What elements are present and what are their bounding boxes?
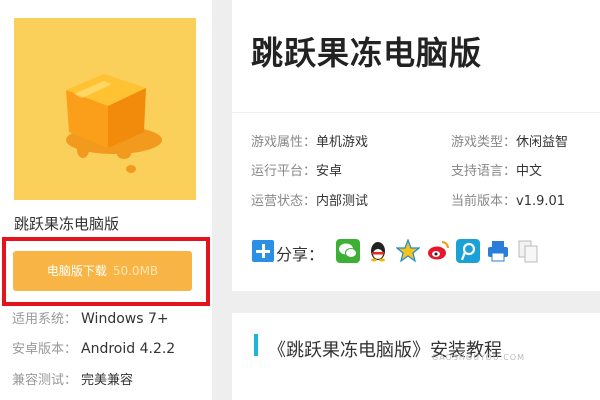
spec-value: Android 4.2.2 xyxy=(81,341,176,357)
qzone-icon[interactable] xyxy=(395,238,421,263)
tencent-weibo-icon[interactable] xyxy=(456,239,480,263)
info-version: 当前版本：v1.9.01 xyxy=(451,190,565,209)
info-key: 游戏属性： xyxy=(251,135,317,150)
divider xyxy=(232,112,600,113)
tutorial-card: 《跳跃果冻电脑版》安装教程 GAOSHOUYOU.COM xyxy=(232,313,600,400)
spec-value: Windows 7+ xyxy=(81,311,169,327)
info-key: 支持语言： xyxy=(451,164,517,179)
info-status: 运营状态：内部测试 xyxy=(251,190,368,209)
info-language: 支持语言：中文 xyxy=(451,160,542,179)
info-value: v1.9.01 xyxy=(516,194,566,209)
qq-icon[interactable] xyxy=(366,239,390,263)
share-label: 分享： xyxy=(276,245,325,264)
spec-value: 完美兼容 xyxy=(81,373,134,388)
info-attribute: 游戏属性：单机游戏 xyxy=(251,131,368,150)
jelly-cube-icon xyxy=(66,74,162,173)
page-title: 跳跃果冻电脑版 xyxy=(251,34,483,72)
info-type: 游戏类型：休闲益智 xyxy=(451,131,568,150)
info-value: 内部测试 xyxy=(316,194,369,209)
copy-icon[interactable] xyxy=(516,239,540,263)
app-icon xyxy=(14,18,196,200)
spec-key: 兼容测试： xyxy=(12,373,78,388)
info-value: 休闲益智 xyxy=(516,135,569,150)
pc-download-button[interactable]: 电脑版下载 50.0MB xyxy=(13,251,192,291)
info-value: 中文 xyxy=(516,164,543,179)
info-key: 运营状态： xyxy=(251,194,317,209)
app-name: 跳跃果冻电脑版 xyxy=(14,215,120,233)
info-value: 单机游戏 xyxy=(316,135,369,150)
spec-android: 安卓版本： Android 4.2.2 xyxy=(12,338,175,357)
download-size: 50.0MB xyxy=(112,264,159,278)
spec-compat: 兼容测试： 完美兼容 xyxy=(12,369,133,388)
info-key: 运行平台： xyxy=(251,164,317,179)
print-icon[interactable] xyxy=(486,239,510,263)
spec-key: 安卓版本： xyxy=(12,342,78,357)
share-plus-icon[interactable] xyxy=(252,240,274,262)
download-button-label: 电脑版下载 xyxy=(46,264,107,278)
info-value: 安卓 xyxy=(316,164,343,179)
spec-system: 适用系统： Windows 7+ xyxy=(12,308,169,327)
watermark: GAOSHOUYOU.COM xyxy=(432,353,526,362)
info-key: 当前版本： xyxy=(451,194,517,209)
wechat-icon[interactable] xyxy=(336,239,360,263)
info-platform: 运行平台：安卓 xyxy=(251,160,342,179)
game-info-card: 跳跃果冻电脑版 游戏属性：单机游戏 游戏类型：休闲益智 运行平台：安卓 支持语言… xyxy=(232,0,600,291)
section-accent-bar xyxy=(254,334,258,356)
info-key: 游戏类型： xyxy=(451,135,517,150)
spec-key: 适用系统： xyxy=(12,312,78,327)
app-sidebar-card: 跳跃果冻电脑版 电脑版下载 50.0MB 适用系统： Windows 7+ 安卓版本… xyxy=(0,0,212,400)
weibo-icon[interactable] xyxy=(426,239,450,263)
